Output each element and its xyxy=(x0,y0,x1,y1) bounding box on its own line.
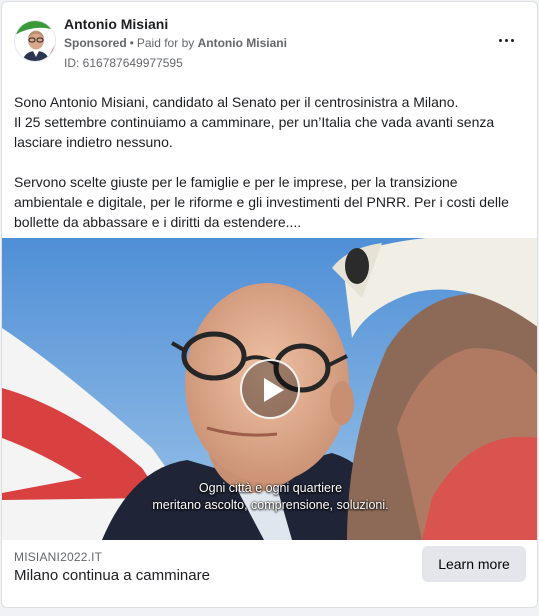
ad-id: ID: 616787649977595 xyxy=(64,56,183,70)
sponsored-meta: Sponsored • Paid for by Antonio Misiani xyxy=(64,36,287,50)
play-button[interactable] xyxy=(240,359,300,419)
link-preview[interactable]: MISIANI2022.IT Milano continua a cammina… xyxy=(2,540,537,607)
post-paragraph-1: Sono Antonio Misiani, candidato al Senat… xyxy=(14,92,529,152)
link-domain: MISIANI2022.IT xyxy=(14,550,103,564)
post-paragraph-2: Servono scelte giuste per le famiglie e … xyxy=(14,174,509,230)
ad-card: Antonio Misiani Sponsored • Paid for by An… xyxy=(1,1,538,608)
play-icon xyxy=(264,378,284,402)
sponsored-label: Sponsored xyxy=(64,36,127,50)
post-line-1: Sono Antonio Misiani, candidato al Senat… xyxy=(14,94,459,110)
separator-dot: • xyxy=(129,36,134,50)
post-line-2: Il 25 settembre continuiamo a camminare,… xyxy=(14,114,495,150)
learn-more-button[interactable]: Learn more xyxy=(422,546,526,582)
video-subtitles: Ogni città e ogni quartiere meritano asc… xyxy=(2,480,537,514)
post-header: Antonio Misiani Sponsored • Paid for by An… xyxy=(2,2,537,82)
subtitle-line-2: meritano ascolto, comprensione, soluzion… xyxy=(152,498,389,512)
paid-for-prefix: Paid for by xyxy=(136,36,195,50)
avatar-image xyxy=(15,21,55,61)
subtitle-line-1: Ogni città e ogni quartiere xyxy=(198,481,343,495)
more-options-icon[interactable] xyxy=(493,30,519,50)
author-name[interactable]: Antonio Misiani xyxy=(64,16,168,32)
paid-for-name: Antonio Misiani xyxy=(197,36,287,50)
avatar[interactable] xyxy=(14,20,56,62)
post-body: Sono Antonio Misiani, candidato al Senat… xyxy=(14,92,529,252)
link-headline[interactable]: Milano continua a camminare xyxy=(14,567,210,584)
video-player[interactable]: Ogni città e ogni quartiere meritano asc… xyxy=(2,238,537,540)
